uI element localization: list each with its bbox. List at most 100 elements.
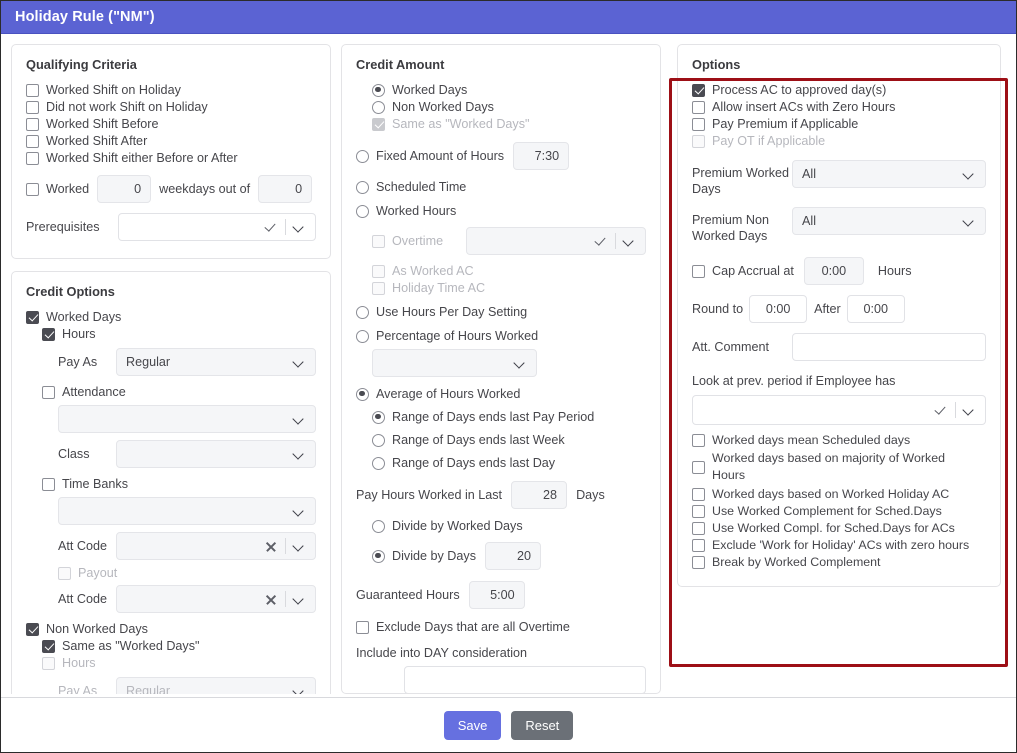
checkbox-icon[interactable] (42, 639, 55, 653)
checkbox-icon[interactable] (692, 555, 705, 569)
chevron-down-icon[interactable] (293, 593, 306, 606)
checkbox-icon[interactable] (372, 117, 385, 131)
time-banks-select[interactable] (58, 497, 316, 525)
checkbox-icon[interactable] (692, 538, 705, 552)
radio-icon[interactable] (372, 83, 385, 97)
checkbox-icon[interactable] (372, 264, 385, 278)
check-pay-premium-if-applicable[interactable]: Pay Premium if Applicable (692, 117, 986, 131)
radio-icon[interactable] (356, 305, 369, 319)
check-holiday-time-ac[interactable]: Holiday Time AC (356, 281, 646, 295)
chevron-down-icon[interactable] (963, 404, 976, 417)
att-comment-input[interactable] (792, 333, 986, 361)
checkbox-icon[interactable] (42, 656, 55, 670)
checkbox-icon[interactable] (42, 477, 55, 491)
worked-count-input[interactable]: 0 (97, 175, 152, 203)
check-icon[interactable] (594, 234, 608, 248)
nwd-pay-as-select[interactable]: Regular (116, 677, 316, 694)
check-same-as-worked-days[interactable]: Same as "Worked Days" (26, 639, 316, 653)
check-worked-shift-on-holiday[interactable]: Worked Shift on Holiday (26, 83, 316, 97)
checkbox-icon[interactable] (26, 117, 39, 131)
radio-icon[interactable] (356, 149, 369, 163)
check-worked-days[interactable]: Worked Days (26, 310, 316, 324)
premium-worked-days-select[interactable]: All (792, 160, 986, 188)
checkbox-icon[interactable] (356, 620, 369, 634)
radio-non-worked-days[interactable]: Non Worked Days (356, 100, 646, 114)
checkbox-icon[interactable] (42, 327, 55, 341)
overtime-select[interactable] (466, 227, 646, 255)
check-time-banks[interactable]: Time Banks (26, 477, 316, 491)
attendance-select[interactable] (58, 405, 316, 433)
checkbox-icon[interactable] (692, 264, 705, 278)
radio-icon[interactable] (372, 433, 385, 447)
look-at-prev-select[interactable] (692, 395, 986, 425)
att-code-1-select[interactable] (116, 532, 316, 560)
close-icon[interactable] (265, 593, 278, 606)
checkbox-icon[interactable] (692, 433, 705, 447)
chevron-down-icon[interactable] (293, 540, 306, 553)
radio-range-ends-last-week[interactable]: Range of Days ends last Week (356, 433, 646, 447)
checkbox-icon[interactable] (692, 460, 705, 474)
radio-worked-days[interactable]: Worked Days (356, 83, 646, 97)
check-allow-insert-acs-zero-hours[interactable]: Allow insert ACs with Zero Hours (692, 100, 986, 114)
prerequisites-select[interactable] (118, 213, 316, 241)
check-use-worked-compl-sched-days-acs[interactable]: Use Worked Compl. for Sched.Days for ACs (692, 521, 986, 535)
check-worked-days-worked-holiday-ac[interactable]: Worked days based on Worked Holiday AC (692, 487, 986, 501)
checkbox-icon[interactable] (58, 566, 71, 580)
check-icon[interactable] (264, 220, 278, 234)
radio-average-of-hours-worked[interactable]: Average of Hours Worked (356, 387, 646, 401)
radio-use-hours-per-day-setting[interactable]: Use Hours Per Day Setting (356, 305, 646, 319)
check-non-worked-days[interactable]: Non Worked Days (26, 622, 316, 636)
check-did-not-work-shift-on-holiday[interactable]: Did not work Shift on Holiday (26, 100, 316, 114)
radio-worked-hours[interactable]: Worked Hours (356, 204, 646, 218)
chevron-down-icon[interactable] (293, 685, 306, 695)
round-to-input[interactable]: 0:00 (749, 295, 808, 323)
checkbox-icon[interactable] (692, 521, 705, 535)
radio-icon[interactable] (372, 100, 385, 114)
weekdays-out-of-input[interactable]: 0 (258, 175, 313, 203)
chevron-down-icon[interactable] (293, 356, 306, 369)
reset-button[interactable]: Reset (511, 710, 574, 740)
divide-by-days-input[interactable]: 20 (485, 542, 541, 570)
radio-range-ends-last-pay-period[interactable]: Range of Days ends last Pay Period (356, 410, 646, 424)
radio-icon[interactable] (356, 329, 369, 343)
chevron-down-icon[interactable] (963, 215, 976, 228)
chevron-down-icon[interactable] (293, 505, 306, 518)
chevron-down-icon[interactable] (293, 221, 306, 234)
check-icon[interactable] (934, 403, 948, 417)
checkbox-icon[interactable] (26, 310, 39, 324)
checkbox-icon[interactable] (42, 385, 55, 399)
cap-accrual-input[interactable]: 0:00 (803, 257, 864, 285)
guaranteed-hours-input[interactable]: 5:00 (468, 581, 525, 609)
check-worked-days-mean-scheduled-days[interactable]: Worked days mean Scheduled days (692, 433, 986, 447)
check-same-as-worked-days[interactable]: Same as "Worked Days" (356, 117, 646, 131)
radio-scheduled-time[interactable]: Scheduled Time (356, 180, 646, 194)
check-worked-shift-after[interactable]: Worked Shift After (26, 134, 316, 148)
percentage-select[interactable] (372, 349, 537, 377)
chevron-down-icon[interactable] (514, 357, 527, 370)
radio-percentage-of-hours-worked[interactable]: Percentage of Hours Worked (356, 329, 646, 343)
check-payout[interactable]: Payout (26, 566, 316, 580)
radio-icon[interactable] (356, 204, 369, 218)
check-use-worked-complement-sched-days[interactable]: Use Worked Complement for Sched.Days (692, 504, 986, 518)
check-exclude-work-for-holiday-acs[interactable]: Exclude 'Work for Holiday' ACs with zero… (692, 538, 986, 552)
radio-icon[interactable] (372, 519, 385, 533)
radio-icon[interactable] (372, 410, 385, 424)
radio-icon[interactable] (372, 549, 385, 563)
chevron-down-icon[interactable] (623, 235, 636, 248)
checkbox-icon[interactable] (692, 117, 705, 131)
checkbox-icon[interactable] (26, 622, 39, 636)
checkbox-icon[interactable] (692, 100, 705, 114)
save-button[interactable]: Save (443, 710, 502, 740)
check-nwd-hours[interactable]: Hours (26, 656, 316, 670)
radio-fixed-amount-of-hours[interactable]: Fixed Amount of Hours 7:30 (356, 142, 646, 170)
radio-divide-by-days[interactable]: Divide by Days 20 (356, 542, 646, 570)
check-worked-shift-before-or-after[interactable]: Worked Shift either Before or After (26, 151, 316, 165)
check-worked-shift-before[interactable]: Worked Shift Before (26, 117, 316, 131)
radio-icon[interactable] (372, 456, 385, 470)
checkbox-icon[interactable] (26, 134, 39, 148)
checkbox-icon[interactable] (692, 83, 705, 97)
radio-divide-by-worked-days[interactable]: Divide by Worked Days (356, 519, 646, 533)
premium-non-worked-days-select[interactable]: All (792, 207, 986, 235)
check-attendance[interactable]: Attendance (26, 385, 316, 399)
check-worked-days-majority-worked-hours[interactable]: Worked days based on majority of Worked … (692, 450, 986, 484)
